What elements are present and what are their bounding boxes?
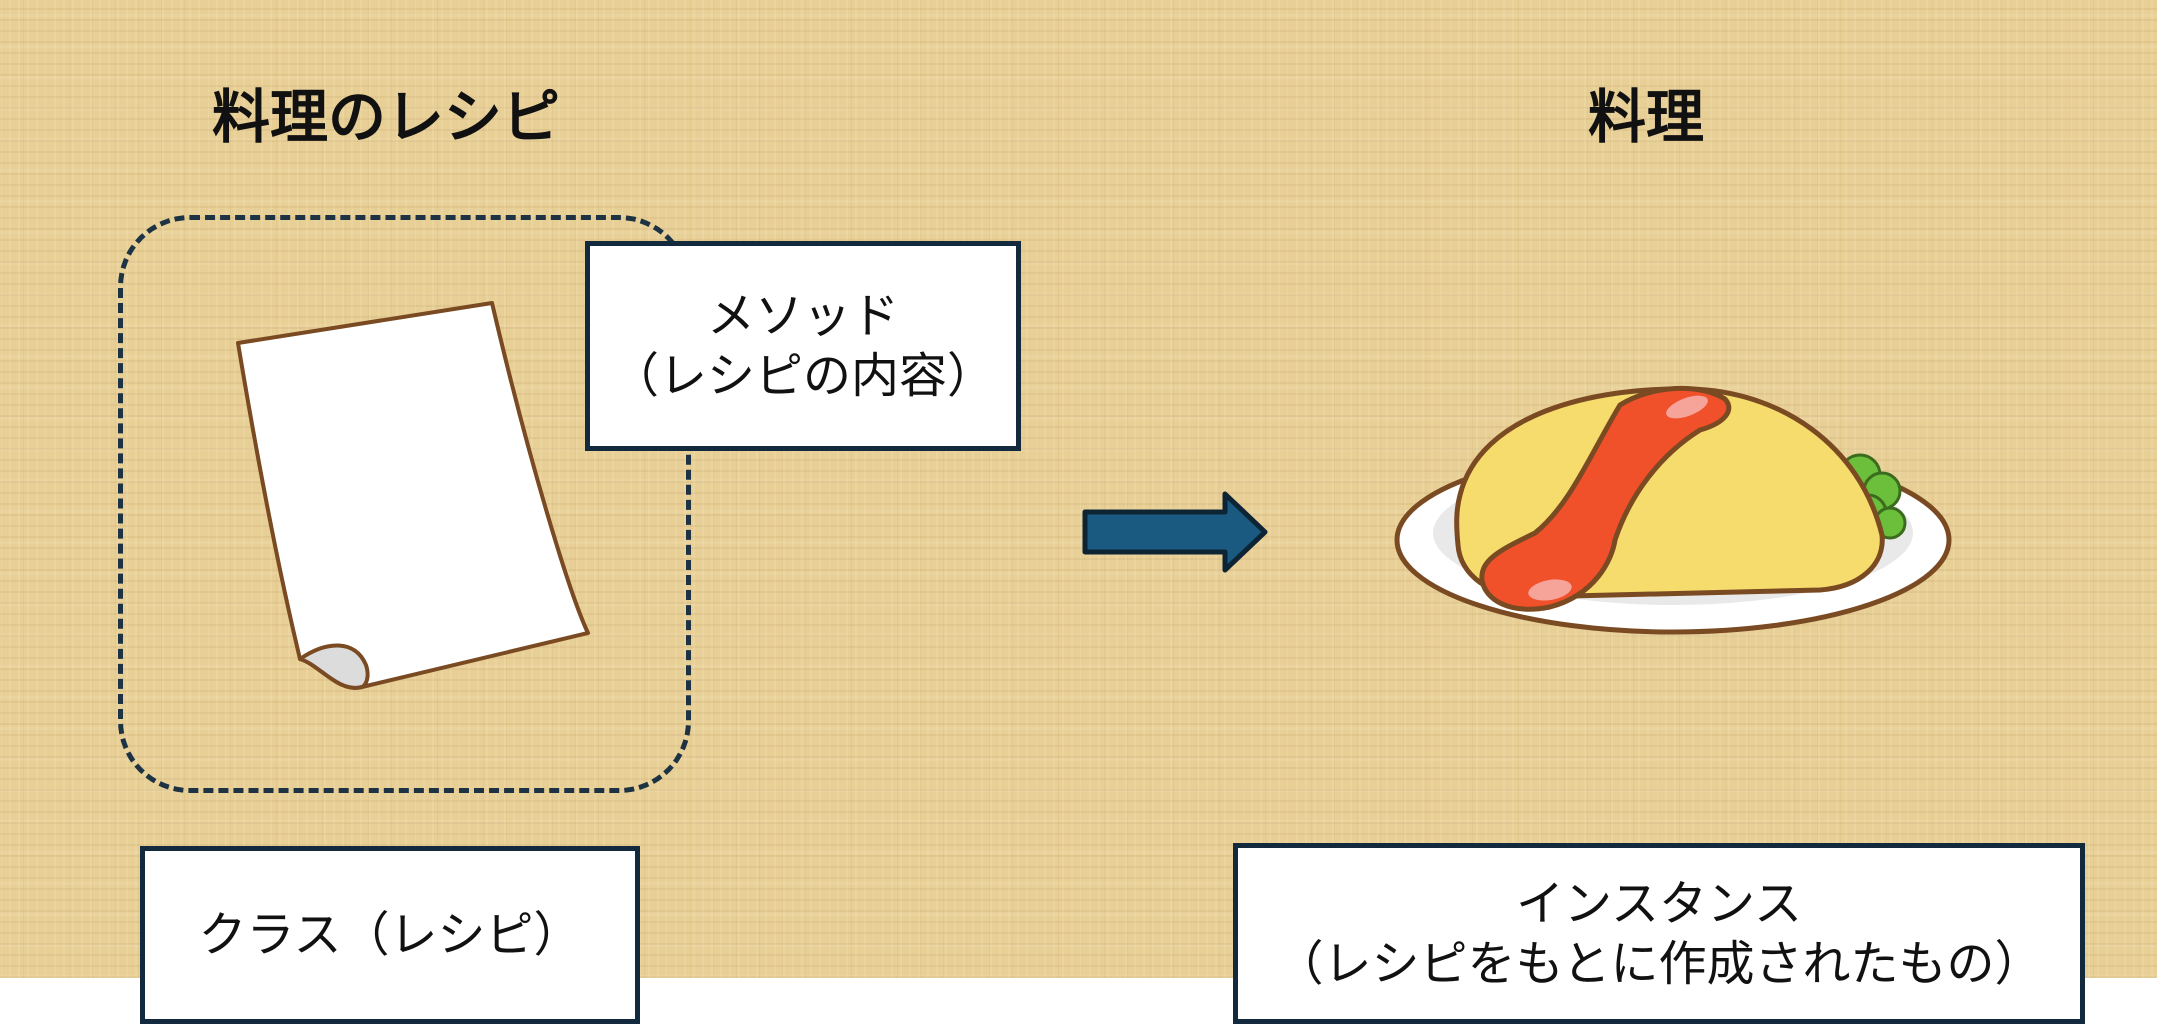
method-title: メソッド	[706, 288, 899, 344]
dish-heading: 料理	[1588, 83, 1705, 151]
method-box: メソッド （レシピの内容）	[585, 241, 1021, 451]
instance-title: インスタンス	[1515, 875, 1803, 932]
method-description: （レシピの内容）	[610, 348, 995, 404]
right-arrow-icon	[1082, 491, 1268, 573]
instance-box: インスタンス （レシピをもとに作成されたもの）	[1233, 843, 2085, 1024]
omurice-icon	[1394, 385, 1952, 635]
instance-description: （レシピをもとに作成されたもの）	[1275, 935, 2043, 992]
class-box: クラス（レシピ）	[140, 846, 640, 1024]
recipe-heading: 料理のレシピ	[212, 83, 561, 151]
class-label: クラス（レシピ）	[198, 907, 582, 963]
blank-paper-icon	[236, 301, 590, 690]
